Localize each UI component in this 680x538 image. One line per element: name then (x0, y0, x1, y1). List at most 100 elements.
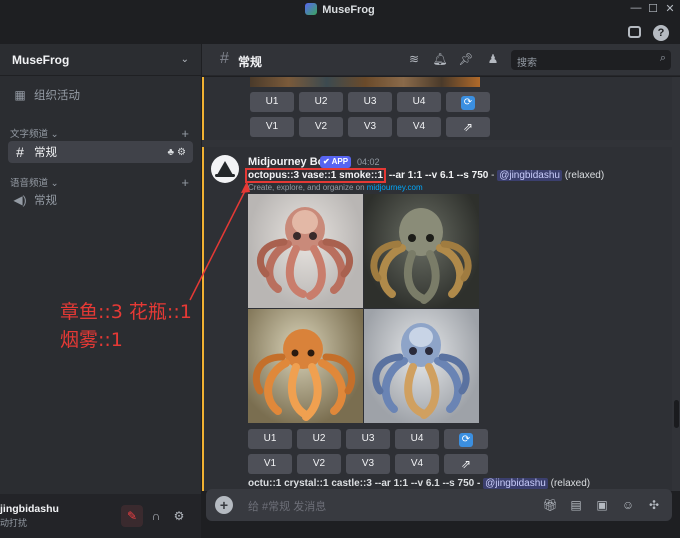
close-button[interactable]: ✕ (663, 2, 677, 15)
search-input[interactable]: 搜索 ⌕ (511, 50, 671, 70)
threads-icon[interactable]: ≋ (406, 52, 422, 68)
next-prompt-text: octu::1 crystal::1 castle::3 --ar 1:1 --… (248, 478, 484, 489)
external-link-icon: ⇗ (460, 457, 472, 471)
refresh-icon: ⟳ (461, 95, 475, 110)
app-badge: ✔ APP (320, 156, 352, 168)
upscale-button-3[interactable]: U3 (348, 92, 392, 112)
variation-button-2[interactable]: V2 (299, 117, 343, 137)
variation-button-1[interactable]: V1 (248, 454, 292, 474)
gif-icon[interactable]: ▤ (568, 497, 584, 513)
variation-button-4[interactable]: V4 (395, 454, 439, 474)
variation-button-3[interactable]: V3 (348, 117, 392, 137)
upscale-button-2[interactable]: U2 (299, 92, 343, 112)
generated-image-2[interactable] (364, 194, 479, 308)
headphones-icon[interactable]: ∩ (145, 505, 167, 527)
chevron-down-icon: ⌄ (180, 54, 189, 65)
apps-icon[interactable]: ✣ (646, 497, 662, 513)
add-attachment-icon[interactable]: + (215, 496, 233, 514)
mic-muted-icon[interactable]: ✎ (121, 505, 143, 527)
external-link-button[interactable]: ⇗ (444, 454, 488, 474)
octopus-image (252, 329, 356, 421)
sticker-icon[interactable]: ▣ (594, 497, 610, 513)
add-channel-icon[interactable]: + (181, 175, 189, 190)
pin-icon[interactable]: 📌︎ (458, 52, 474, 68)
variation-button-4[interactable]: V4 (397, 117, 441, 137)
text-channels-category[interactable]: 文字频道 ⌄ + (10, 126, 189, 141)
upscale-button-1[interactable]: U1 (250, 92, 294, 112)
user-mention[interactable]: @jingbidashu (483, 478, 548, 489)
user-status: 动打扰 (0, 518, 28, 528)
window-titlebar: MuseFrog — ☐ ✕ (0, 0, 680, 20)
prompt-highlight: octopus::3 vase::1 smoke::1 (245, 168, 387, 183)
events-label: 组织活动 (34, 90, 80, 102)
add-channel-icon[interactable]: + (181, 126, 189, 141)
message-list: U1 U2 U3 U4 ⟳ V1 V2 V3 V4 ⇗ Midjourney B… (202, 77, 680, 491)
generated-image-1[interactable] (248, 194, 363, 308)
members-icon[interactable]: ♟ (485, 52, 501, 68)
titlebar-tools: ? (620, 20, 680, 44)
hash-icon: # (220, 50, 229, 67)
separator: - (488, 170, 498, 181)
server-name: MuseFrog (12, 52, 70, 67)
octopus-image (370, 208, 472, 304)
channel-settings-icons[interactable]: ♣⚙ (167, 147, 189, 158)
server-header[interactable]: MuseFrog ⌄ (0, 44, 201, 76)
inbox-icon[interactable] (628, 26, 641, 38)
prompt-text: octopus::3 vase::1 smoke::1 --ar 1:1 --v… (245, 168, 605, 183)
hash-icon: # (16, 144, 24, 160)
search-icon: ⌕ (659, 52, 666, 64)
events-item[interactable]: ▦ 组织活动 (8, 84, 193, 106)
variation-button-1[interactable]: V1 (250, 117, 294, 137)
previous-image-grid[interactable] (250, 77, 480, 87)
generated-image-3[interactable] (248, 309, 363, 423)
variation-button-3[interactable]: V3 (346, 454, 390, 474)
channel-item-general[interactable]: # 常规 ♣⚙ (8, 141, 193, 163)
gift-icon[interactable]: 🎁︎ (542, 497, 558, 513)
octopus-image (372, 323, 470, 419)
emoji-icon[interactable]: ☺ (620, 497, 636, 513)
annotation-line-1: 章鱼::3 花瓶::1 (60, 301, 192, 323)
search-placeholder: 搜索 (517, 58, 537, 69)
gear-icon[interactable]: ⚙ (168, 505, 190, 527)
chevron-down-icon: ⌄ (50, 178, 59, 189)
upscale-button-3[interactable]: U3 (346, 429, 390, 449)
channel-label: 常规 (34, 147, 57, 159)
subline-text: Create, explore, and organize on (248, 183, 367, 192)
mode-label: (relaxed) (561, 170, 605, 181)
upscale-button-1[interactable]: U1 (248, 429, 292, 449)
help-icon[interactable]: ? (653, 25, 669, 41)
user-mention[interactable]: @jingbidashu (497, 170, 562, 181)
username[interactable]: jingbidashu (0, 503, 59, 515)
user-panel: jingbidashu 动打扰 ✎ ∩ ⚙ (0, 494, 201, 538)
minimize-button[interactable]: — (629, 2, 643, 14)
upscale-button-4[interactable]: U4 (397, 92, 441, 112)
composer-placeholder: 给 #常规 发消息 (248, 501, 327, 513)
upscale-button-4[interactable]: U4 (395, 429, 439, 449)
bell-icon[interactable]: 🔔︎ (432, 52, 448, 68)
category-label: 文字频道 (10, 129, 49, 140)
midjourney-link[interactable]: midjourney.com (367, 183, 423, 192)
upscale-button-2[interactable]: U2 (297, 429, 341, 449)
author-name[interactable]: Midjourney Bot (248, 156, 328, 168)
maximize-button[interactable]: ☐ (646, 2, 660, 15)
voice-channel-label: 常规 (34, 195, 57, 207)
annotation-line-2: 烟雾::1 (60, 329, 123, 351)
voice-channels-category[interactable]: 语音频道 ⌄ + (10, 175, 189, 190)
next-message-prompt: octu::1 crystal::1 castle::3 --ar 1:1 --… (248, 478, 590, 489)
mode-label: (relaxed) (547, 478, 591, 489)
bot-avatar[interactable] (211, 155, 239, 183)
scrollbar[interactable] (674, 400, 679, 428)
variation-button-2[interactable]: V2 (297, 454, 341, 474)
window-title: MuseFrog (322, 4, 375, 16)
refresh-icon: ⟳ (459, 432, 473, 447)
message-composer[interactable]: + 给 #常规 发消息 🎁︎ ▤ ▣ ☺ ✣ (206, 489, 672, 521)
prompt-params: --ar 1:1 --v 6.1 --s 750 (386, 170, 489, 181)
refresh-button[interactable]: ⟳ (444, 429, 488, 449)
speaker-icon: ◀) (13, 193, 27, 207)
refresh-button[interactable]: ⟳ (446, 92, 490, 112)
external-link-button[interactable]: ⇗ (446, 117, 490, 137)
external-link-icon: ⇗ (462, 120, 474, 134)
generated-image-4[interactable] (364, 309, 479, 423)
category-label: 语音频道 (10, 178, 49, 189)
voice-channel-item[interactable]: ◀) 常规 (8, 189, 193, 211)
